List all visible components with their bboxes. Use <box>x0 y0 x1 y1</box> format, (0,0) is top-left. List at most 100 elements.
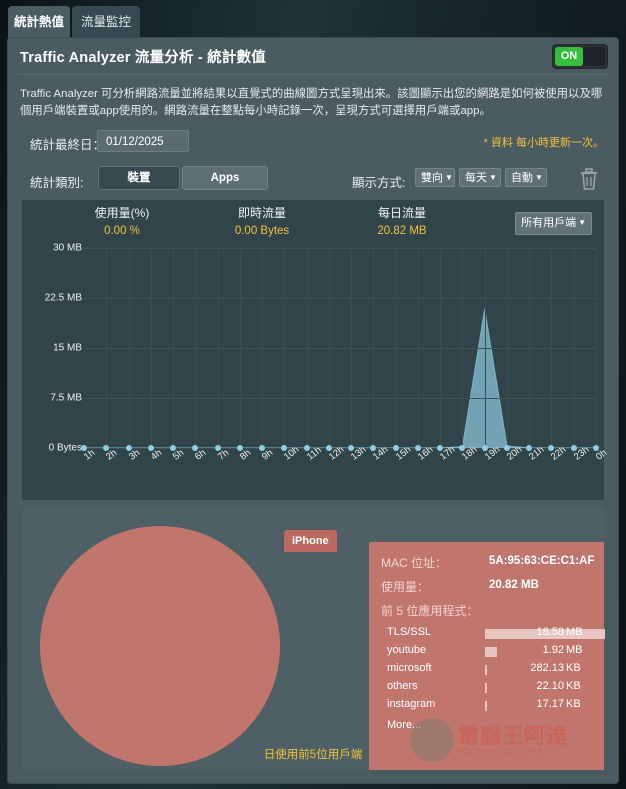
gridline-vertical <box>573 248 575 448</box>
chart-y-axis: 30 MB 22.5 MB 15 MB 7.5 MB 0 Bytes <box>22 243 82 454</box>
usage-label: 使用量： <box>381 580 430 594</box>
y-tick-label: 30 MB <box>53 242 82 254</box>
app-usage-unit: KB <box>566 662 581 674</box>
app-usage-bar <box>485 683 487 693</box>
gridline-vertical <box>284 248 286 448</box>
update-note: * 資料 每小時更新一次。 <box>483 137 604 149</box>
gridline-vertical <box>239 248 241 448</box>
chart-caption: 日使用前5位用戶端 <box>263 749 363 761</box>
app-usage-row: others 22.10 KB <box>387 680 598 696</box>
date-row: 統計最終日： 01/12/2025 * 資料 每小時更新一次。 <box>20 130 606 156</box>
app-usage-unit: MB <box>566 626 583 638</box>
stat-realtime-traffic-label: 即時流量 <box>237 206 286 220</box>
app-name: TLS/SSL <box>387 626 432 638</box>
app-name: microsoft <box>387 662 432 674</box>
app-usage-unit: KB <box>566 680 581 692</box>
gridline-vertical <box>551 248 553 448</box>
category-button-apps[interactable]: Apps <box>182 166 268 190</box>
gridline-vertical <box>128 248 130 448</box>
stat-usage-percent-value: 0.00 % <box>104 225 140 237</box>
toggle-on-label: ON <box>555 47 583 66</box>
gridline-vertical <box>150 248 152 448</box>
gridline-horizontal <box>84 348 596 349</box>
more-link[interactable]: More... <box>387 719 421 731</box>
gridline-horizontal <box>84 248 596 249</box>
mac-value: 5A:95:63:CE:C1:AF <box>489 555 595 567</box>
y-tick-label: 15 MB <box>53 342 82 354</box>
top5-apps-label: 前 5 位應用程式： <box>381 604 479 618</box>
gridline-vertical <box>506 248 508 448</box>
gridline-vertical <box>106 248 108 448</box>
stat-summary: 使用量(%) 0.00 % 即時流量 0.00 Bytes 每日流量 20.82… <box>22 204 604 248</box>
select-direction-value: 雙向 <box>421 172 443 184</box>
device-tag: iPhone <box>284 530 337 552</box>
gridline-horizontal <box>84 398 596 399</box>
stat-usage-percent-label: 使用量(%) <box>94 206 150 220</box>
select-direction[interactable]: 雙向 ▼ <box>415 168 455 187</box>
gridline-vertical <box>217 248 219 448</box>
gridline-vertical <box>462 248 464 448</box>
header-divider <box>18 74 608 75</box>
select-period[interactable]: 每天 ▼ <box>459 168 501 187</box>
toggle-knob <box>583 47 605 66</box>
app-usage-unit: KB <box>566 698 581 710</box>
app-name: instagram <box>387 698 436 710</box>
mac-label: MAC 位址： <box>381 556 448 570</box>
chevron-down-icon: ▼ <box>535 173 543 182</box>
app-usage-value: 22.10 <box>536 680 564 692</box>
app-usage-bar <box>485 665 487 675</box>
trash-icon[interactable] <box>578 166 600 192</box>
category-button-device[interactable]: 裝置 <box>98 166 180 190</box>
gridline-vertical <box>173 248 175 448</box>
gridline-vertical <box>306 248 308 448</box>
client-pie-chart[interactable] <box>40 526 280 766</box>
app-usage-row: instagram 17.17 KB <box>387 698 598 714</box>
app-usage-row: TLS/SSL 18.58 MB <box>387 626 605 642</box>
gridline-vertical <box>262 248 264 448</box>
panel-header: Traffic Analyzer 流量分析 - 統計數值 ON <box>8 38 618 75</box>
traffic-analyzer-toggle[interactable]: ON <box>552 44 608 69</box>
tab-traffic-monitor[interactable]: 流量監控 <box>72 6 140 38</box>
stat-daily-traffic-value: 20.82 MB <box>377 225 427 237</box>
device-info-panel: MAC 位址： 5A:95:63:CE:C1:AF 使用量： 20.82 MB … <box>369 542 605 770</box>
gridline-vertical <box>328 248 330 448</box>
chart-plot-area[interactable] <box>81 248 599 451</box>
stat-daily-traffic-label: 每日流量 <box>377 206 426 220</box>
app-name: youtube <box>387 644 427 656</box>
gridline-vertical <box>373 248 375 448</box>
tab-statistics[interactable]: 統計熱值 <box>8 6 70 38</box>
gridline-vertical <box>351 248 353 448</box>
gridline-vertical <box>195 248 197 448</box>
app-usage-value: 18.58 <box>536 626 564 638</box>
app-usage-row: microsoft 282.13 KB <box>387 662 598 678</box>
date-input[interactable]: 01/12/2025 <box>97 130 189 152</box>
display-label: 顯示方式: <box>352 176 406 190</box>
page-title: Traffic Analyzer 流量分析 - 統計數值 <box>20 50 266 66</box>
chevron-down-icon: ▼ <box>489 173 497 182</box>
gridline-horizontal <box>84 298 596 299</box>
clients-card: iPhone MAC 位址： 5A:95:63:CE:C1:AF 使用量： 20… <box>22 508 605 770</box>
usage-value: 20.82 MB <box>489 579 539 591</box>
stat-daily-traffic: 每日流量 20.82 MB <box>322 204 482 237</box>
app-name: others <box>387 680 418 692</box>
select-scale[interactable]: 自動 ▼ <box>505 168 547 187</box>
description-text: Traffic Analyzer 可分析網路流量並將結果以直覺式的曲線圖方式呈現… <box>20 88 603 117</box>
client-filter-value: 所有用戶端 <box>521 217 577 229</box>
chevron-down-icon: ▼ <box>578 218 586 227</box>
y-tick-label: 0 Bytes <box>48 442 82 454</box>
main-panel: Traffic Analyzer 流量分析 - 統計數值 ON Traffic … <box>8 38 618 783</box>
tab-bar: 統計熱值 流量監控 <box>0 0 626 38</box>
app-usage-value: 1.92 <box>542 644 564 656</box>
app-usage-value: 282.13 <box>530 662 564 674</box>
app-usage-unit: MB <box>566 644 583 656</box>
y-tick-label: 22.5 MB <box>44 292 82 304</box>
stat-realtime-traffic-value: 0.00 Bytes <box>234 225 290 237</box>
select-scale-value: 自動 <box>511 172 533 184</box>
stat-usage-percent: 使用量(%) 0.00 % <box>42 204 202 237</box>
gridline-vertical <box>529 248 531 448</box>
stat-realtime-traffic: 即時流量 0.00 Bytes <box>182 204 342 237</box>
client-filter-select[interactable]: 所有用戶端 ▼ <box>515 212 592 235</box>
select-period-value: 每天 <box>465 172 487 184</box>
controls-row: 統計類別: 裝置 Apps 顯示方式: 雙向 ▼ 每天 ▼ 自動 ▼ <box>20 166 606 196</box>
app-usage-bar <box>485 647 497 657</box>
